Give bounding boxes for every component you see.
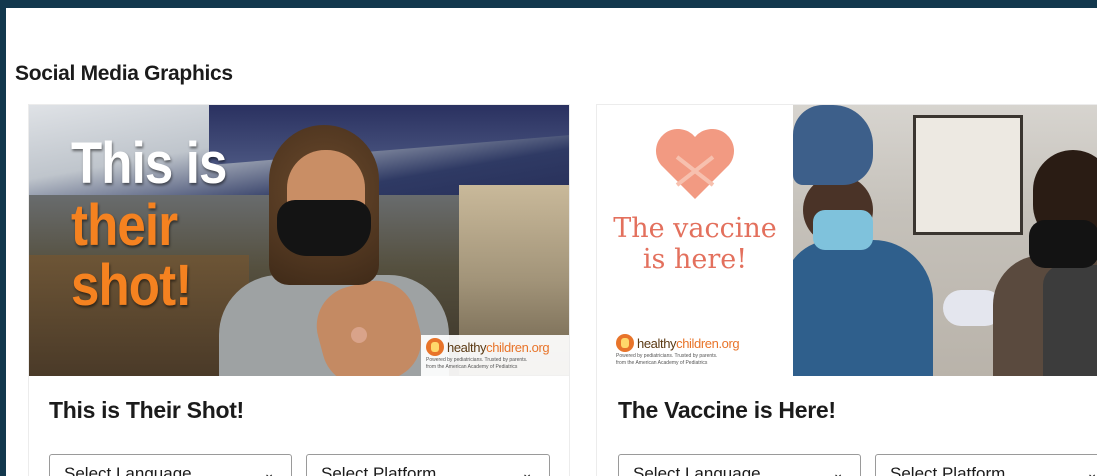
platform-select-label: Select Platform <box>890 464 1006 476</box>
image-headline-line1: The vaccine <box>613 213 777 244</box>
logo-word2: children.org <box>486 339 550 355</box>
platform-select-label: Select Platform <box>321 464 437 476</box>
language-select[interactable]: Select Language ⌄ <box>618 454 861 476</box>
language-select[interactable]: Select Language ⌄ <box>49 454 292 476</box>
healthychildren-logo-icon <box>426 338 444 356</box>
image-headline-line2: their <box>71 193 178 258</box>
healthychildren-logo: healthychildren.org Powered by pediatric… <box>611 331 801 376</box>
logo-tagline2: from the American Academy of Pediatrics <box>616 360 708 366</box>
logo-tagline: Powered by pediatricians. Trusted by par… <box>616 353 718 359</box>
logo-word1: healthy <box>637 335 677 351</box>
chevron-down-icon: ⌄ <box>263 465 275 476</box>
healthychildren-logo: healthychildren.org Powered by pediatric… <box>421 335 569 376</box>
face-mask <box>277 200 371 256</box>
section-title: Social Media Graphics <box>15 62 233 85</box>
graphic-text-pane: The vaccine is here! healthychildren.org… <box>597 105 793 376</box>
language-select-label: Select Language <box>633 464 761 476</box>
patient-shirt <box>1043 265 1097 376</box>
healthychildren-logo-icon <box>616 334 634 352</box>
logo-tagline: Powered by pediatricians. Trusted by par… <box>426 357 528 363</box>
image-headline-line2: is here! <box>642 244 748 275</box>
background-window <box>913 115 1023 235</box>
vaccination-photo <box>793 105 1097 376</box>
chevron-down-icon: ⌄ <box>521 465 533 476</box>
image-headline-line3: shot! <box>71 253 192 318</box>
nurse-mask <box>813 210 873 250</box>
platform-select[interactable]: Select Platform ⌄ <box>875 454 1097 476</box>
bandage <box>351 327 367 343</box>
language-select-label: Select Language <box>64 464 192 476</box>
card-title: The Vaccine is Here! <box>618 397 836 423</box>
logo-tagline2: from the American Academy of Pediatrics <box>426 364 518 370</box>
content-panel: Social Media Graphics This is their shot… <box>6 8 1097 476</box>
graphic-image[interactable]: This is their shot! healthychildren.org … <box>29 105 569 376</box>
graphic-card-the-vaccine-is-here: The vaccine is here! healthychildren.org… <box>596 104 1097 476</box>
graphic-card-this-is-their-shot: This is their shot! healthychildren.org … <box>28 104 570 476</box>
heart-bandage-icon <box>655 129 735 199</box>
patient-mask <box>1029 220 1097 268</box>
card-title: This is Their Shot! <box>49 397 244 423</box>
logo-word2: children.org <box>676 335 740 351</box>
graphic-image[interactable]: The vaccine is here! healthychildren.org… <box>597 105 1097 376</box>
nurse-body <box>793 240 933 376</box>
chevron-down-icon: ⌄ <box>1086 465 1097 476</box>
image-headline-line1: This is <box>71 131 227 196</box>
platform-select[interactable]: Select Platform ⌄ <box>306 454 550 476</box>
logo-word1: healthy <box>447 339 487 355</box>
nurse-cap <box>793 105 873 185</box>
chevron-down-icon: ⌄ <box>832 465 844 476</box>
